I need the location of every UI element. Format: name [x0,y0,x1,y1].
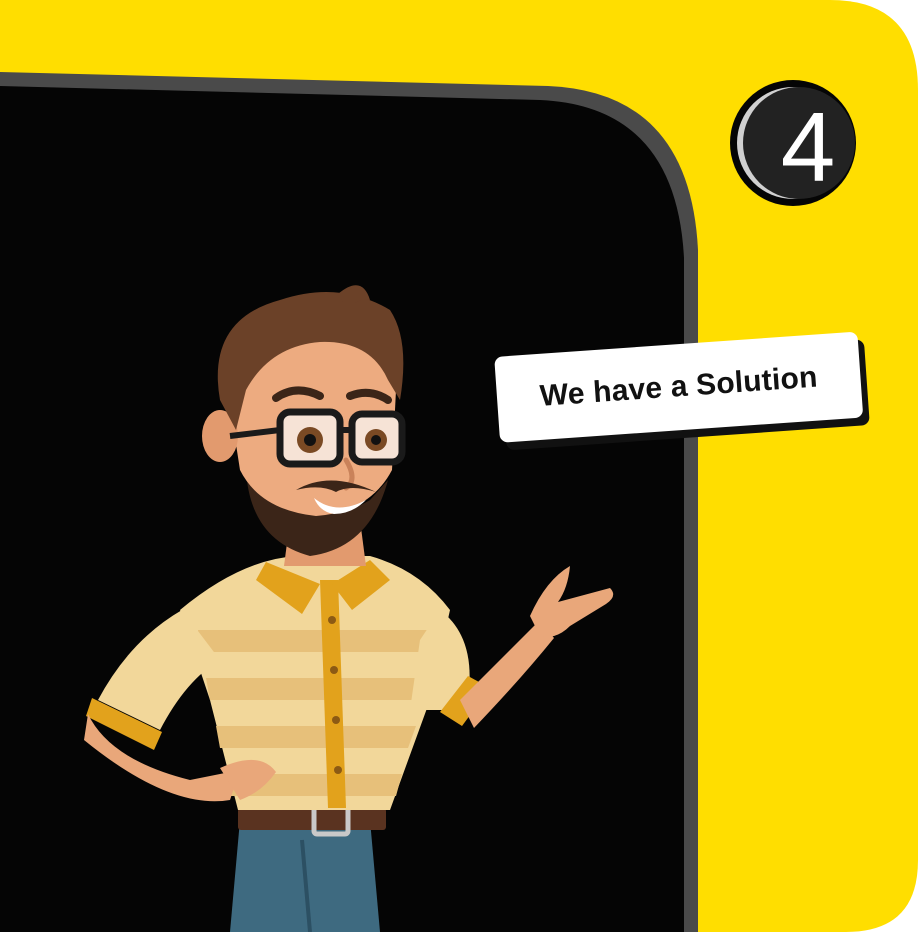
slide: 4 We have a Solution [0,0,918,932]
step-number-badge: 4 [728,78,858,208]
callout-text: We have a Solution [538,360,819,413]
step-number: 4 [781,92,836,202]
